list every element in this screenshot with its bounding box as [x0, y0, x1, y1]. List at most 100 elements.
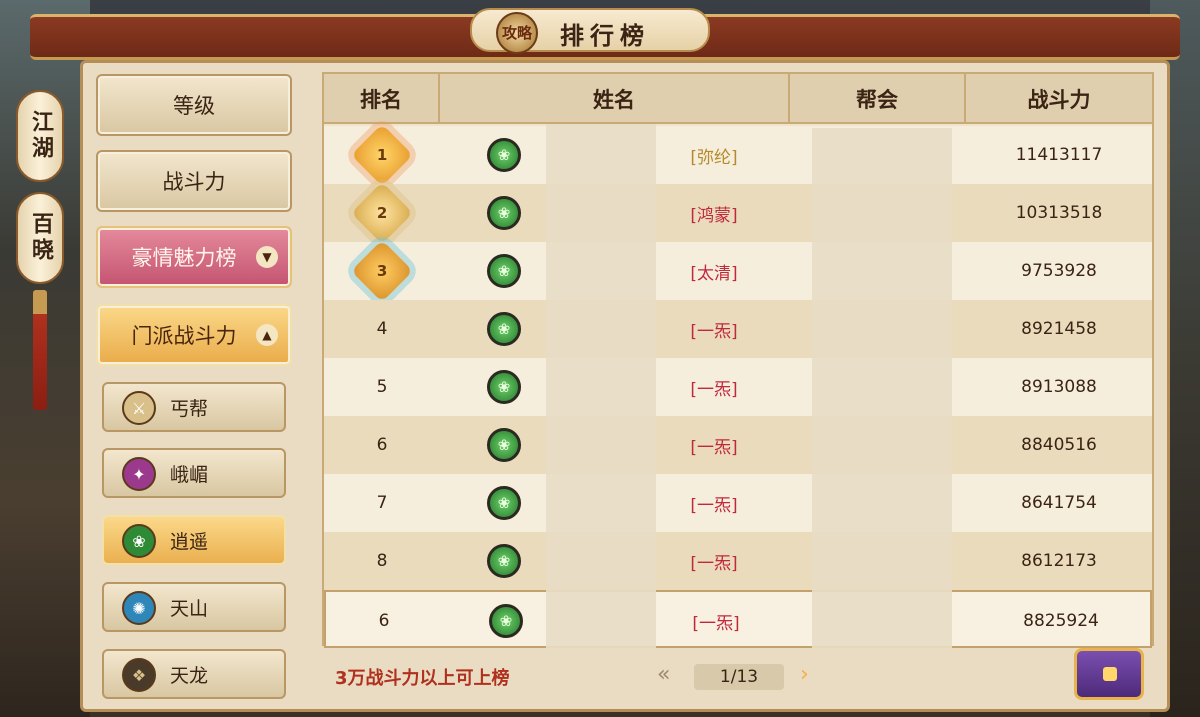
sword-icon: ⚔ — [122, 391, 156, 425]
page-title: 排行榜 — [560, 22, 650, 50]
leaf-icon: ❀ — [122, 524, 156, 558]
power-cell: 8641754 — [1021, 493, 1097, 513]
rank-cell: 4 — [376, 319, 388, 339]
rank-cell: 7 — [376, 493, 388, 513]
leaf-icon: ❀ — [487, 544, 521, 578]
power-cell: 8913088 — [1021, 377, 1097, 397]
guild-tag: [太清] — [690, 263, 738, 284]
sect-tianshan-button[interactable]: ✺ 天山 — [102, 582, 286, 632]
tassel-decoration — [33, 290, 47, 410]
category-level-button[interactable]: 等级 — [96, 74, 292, 136]
sect-label: 丐帮 — [170, 397, 209, 420]
table-row[interactable]: 1 ❀ [弥纶] 11413117 — [324, 123, 1152, 187]
guild-tag: [鸿蒙] — [690, 205, 738, 226]
table-row[interactable]: 6 ❀ [一炁] 8840516 — [324, 416, 1152, 474]
sect-badge-cell: ❀ — [474, 358, 534, 416]
sect-emei-button[interactable]: ✦ 峨嵋 — [102, 448, 286, 498]
sect-badge-cell: ❀ — [476, 592, 536, 650]
category-sect-power-button[interactable]: 门派战斗力 ▲ — [96, 304, 292, 366]
sect-badge-cell: ❀ — [474, 184, 534, 242]
leaf-icon: ❀ — [487, 196, 521, 230]
power-cell: 10313518 — [1015, 203, 1103, 223]
leaf-icon: ❀ — [487, 486, 521, 520]
sect-label: 天龙 — [170, 664, 209, 687]
header-power: 战斗力 — [1027, 88, 1091, 112]
table-row[interactable]: 3 ❀ [太清] 9753928 — [324, 239, 1152, 303]
sect-badge-cell: ❀ — [474, 242, 534, 300]
treasure-chest-icon[interactable] — [1074, 648, 1144, 700]
ranking-table: 排名 姓名 帮会 战斗力 1 ❀ [弥纶] 11413117 2 ❀ [鸿蒙] … — [322, 72, 1154, 648]
leaf-icon: ❀ — [487, 370, 521, 404]
page-indicator: 1/13 — [694, 664, 784, 690]
chevron-right-icon[interactable]: › — [800, 662, 809, 687]
rank-requirement-text: 3万战斗力以上可上榜 — [335, 668, 510, 689]
guide-badge[interactable]: 攻略 — [496, 12, 538, 54]
rank-cell: 6 — [376, 435, 388, 455]
category-label: 门派战斗力 — [131, 324, 237, 348]
chevron-down-icon: ▼ — [256, 246, 278, 268]
rank-cell: 8 — [376, 551, 388, 571]
sect-badge-cell: ❀ — [474, 126, 534, 184]
bronze-medal-icon: 3 — [350, 239, 414, 303]
guild-tag: [一炁] — [690, 321, 738, 342]
sect-badge-cell: ❀ — [474, 416, 534, 474]
guild-tag: [弥纶] — [690, 147, 738, 168]
table-row[interactable]: 2 ❀ [鸿蒙] 10313518 — [324, 181, 1152, 245]
sect-label: 峨嵋 — [170, 463, 209, 486]
leaf-icon: ❀ — [487, 428, 521, 462]
header-rank: 排名 — [324, 74, 440, 124]
guild-tag: [一炁] — [692, 613, 740, 634]
power-cell: 8840516 — [1021, 435, 1097, 455]
guild-tag: [一炁] — [690, 437, 738, 458]
name-column-mosaic — [546, 124, 656, 648]
silver-medal-icon: 2 — [350, 181, 414, 245]
power-cell: 8825924 — [1023, 611, 1099, 631]
guild-column-mosaic — [812, 128, 952, 648]
leaf-icon: ❀ — [489, 604, 523, 638]
sect-tianlong-button[interactable]: ❖ 天龙 — [102, 649, 286, 699]
category-power-button[interactable]: 战斗力 — [96, 150, 292, 212]
sect-gaibang-button[interactable]: ⚔ 丐帮 — [102, 382, 286, 432]
leaf-icon: ❀ — [487, 254, 521, 288]
sect-label: 天山 — [170, 597, 209, 620]
sect-badge-cell: ❀ — [474, 532, 534, 590]
side-tab-jianghu[interactable]: 江湖 — [16, 90, 64, 182]
sect-badge-cell: ❀ — [474, 474, 534, 532]
double-chevron-left-icon[interactable]: « — [657, 662, 670, 687]
gold-medal-icon: 1 — [350, 123, 414, 187]
table-row[interactable]: 4 ❀ [一炁] 8921458 — [324, 300, 1152, 358]
rank-cell: 6 — [378, 611, 390, 631]
guild-tag: [一炁] — [690, 379, 738, 400]
power-cell: 8921458 — [1021, 319, 1097, 339]
power-cell: 8612173 — [1021, 551, 1097, 571]
table-row[interactable]: 8 ❀ [一炁] 8612173 — [324, 532, 1152, 590]
category-label: 豪情魅力榜 — [131, 246, 237, 270]
chevron-up-icon: ▲ — [256, 324, 278, 346]
category-list[interactable]: 等级 战斗力 豪情魅力榜 ▼ 门派战斗力 ▲ ⚔ 丐帮 ✦ 峨嵋 ❀ 逍遥 ✺ … — [92, 68, 307, 699]
table-row[interactable]: 5 ❀ [一炁] 8913088 — [324, 358, 1152, 416]
leaf-icon: ❀ — [487, 138, 521, 172]
side-tab-baixiao[interactable]: 百晓 — [16, 192, 64, 284]
category-charm-button[interactable]: 豪情魅力榜 ▼ — [96, 226, 292, 288]
guild-tag: [一炁] — [690, 495, 738, 516]
header-name: 姓名 — [440, 74, 790, 124]
ring-icon: ✺ — [122, 591, 156, 625]
my-rank-row[interactable]: 6 ❀ [一炁] 8825924 — [324, 590, 1152, 648]
rank-cell: 1 — [324, 123, 440, 187]
sect-label: 逍遥 — [170, 530, 209, 553]
category-label: 战斗力 — [162, 170, 226, 194]
dragon-icon: ❖ — [122, 658, 156, 692]
category-label: 等级 — [173, 94, 215, 118]
rank-cell: 3 — [324, 239, 440, 303]
guild-tag: [一炁] — [690, 553, 738, 574]
table-row[interactable]: 7 ❀ [一炁] 8641754 — [324, 474, 1152, 532]
header-guild: 帮会 — [790, 74, 966, 124]
sect-badge-cell: ❀ — [474, 300, 534, 358]
leaf-icon: ❀ — [487, 312, 521, 346]
sect-xiaoyao-button[interactable]: ❀ 逍遥 — [102, 515, 286, 565]
power-cell: 11413117 — [1015, 145, 1103, 165]
rank-cell: 5 — [376, 377, 388, 397]
blade-icon: ✦ — [122, 457, 156, 491]
power-cell: 9753928 — [1021, 261, 1097, 281]
rank-cell: 2 — [324, 181, 440, 245]
